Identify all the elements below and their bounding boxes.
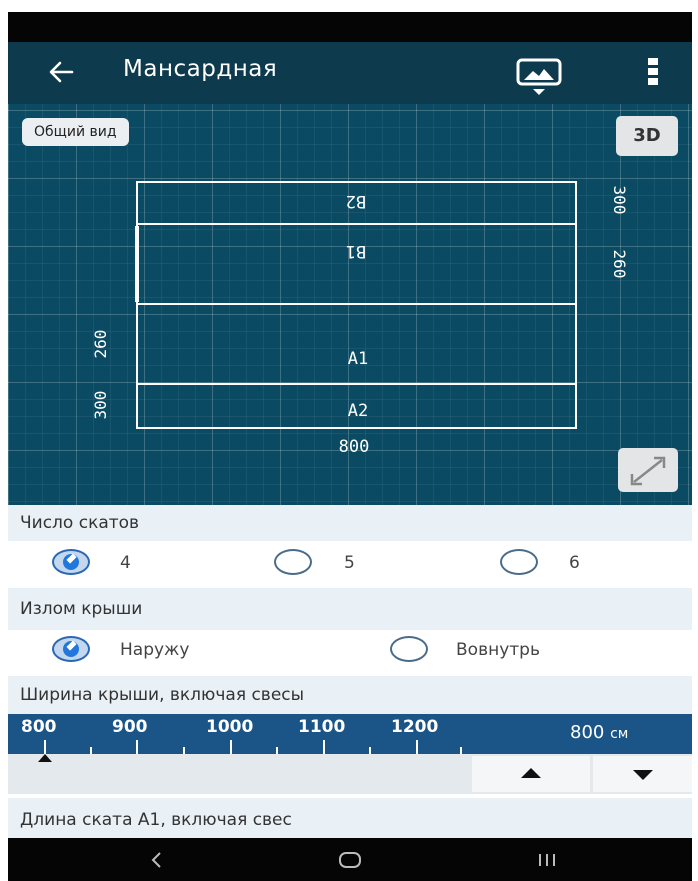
view-3d-button[interactable]: 3D: [616, 116, 678, 156]
slope-label-b1: B1: [346, 241, 366, 261]
dim-left-mid: 260: [91, 330, 110, 359]
slopes-5-radio[interactable]: [274, 549, 312, 575]
increase-button[interactable]: [472, 756, 590, 792]
decrease-button[interactable]: [593, 756, 692, 792]
slopes-count-options: 4 5 6: [8, 541, 692, 583]
slopes-count-section: Число скатов 4 5 6: [8, 505, 692, 583]
roof-plan-drawing: B2 B1 A1 A2 300 260 260 300 800: [91, 181, 629, 457]
app-bar: Мансардная: [8, 42, 692, 104]
ruler-controls: [8, 754, 692, 794]
ruler-minor-tick: [90, 747, 92, 754]
slopes-4-label: 4: [120, 553, 131, 573]
overview-button[interactable]: Общий вид: [22, 118, 129, 146]
roof-width-label: Ширина крыши, включая свесы: [8, 676, 692, 714]
slope-label-a2: A2: [348, 401, 368, 421]
slopes-6-label: 6: [569, 553, 580, 573]
roof-plan-canvas[interactable]: B2 B1 A1 A2 300 260 260 300 800 Общий ви…: [8, 104, 692, 505]
slope-label-b2: B2: [346, 191, 366, 211]
ruler-label-800: 800: [21, 717, 57, 737]
ruler-label-900: 900: [112, 717, 148, 737]
ruler-label-1200: 1200: [391, 717, 439, 737]
nav-home-icon[interactable]: [338, 850, 362, 870]
break-outward-radio[interactable]: [52, 636, 90, 662]
ruler-major-tick: [136, 740, 138, 754]
nav-back-icon[interactable]: [150, 852, 162, 868]
ruler-minor-tick: [460, 747, 462, 754]
slope-length-label: Длина ската A1, включая свес: [8, 798, 692, 838]
roof-width-section: Ширина крыши, включая свесы: [8, 676, 692, 714]
roof-width-unit: см: [610, 726, 629, 742]
ruler-major-tick: [323, 740, 325, 754]
break-outward-label: Наружу: [120, 640, 190, 660]
ruler-minor-tick: [183, 747, 185, 754]
status-bar: [8, 12, 692, 42]
triangle-down-icon: [633, 770, 653, 780]
image-dropdown-icon[interactable]: [514, 56, 564, 96]
slope-label-a1: A1: [348, 349, 368, 369]
roof-width-number: 800: [570, 722, 605, 743]
expand-button[interactable]: [618, 448, 678, 492]
slopes-6-radio[interactable]: [500, 549, 538, 575]
dim-right-top: 300: [610, 186, 629, 215]
slopes-count-label: Число скатов: [8, 505, 692, 541]
slopes-5-label: 5: [344, 553, 355, 573]
ruler-label-1100: 1100: [298, 717, 346, 737]
roof-break-options: Наружу Вовнутрь: [8, 630, 692, 674]
page-title: Мансардная: [123, 56, 278, 82]
ruler-major-tick: [416, 740, 418, 754]
ruler-major-tick: [44, 740, 46, 754]
dim-bottom: 800: [339, 437, 370, 457]
ruler-minor-tick: [369, 747, 371, 754]
nav-recents-icon[interactable]: [537, 852, 557, 868]
system-nav-bar: [8, 838, 692, 881]
back-arrow-icon[interactable]: [48, 60, 74, 84]
break-inward-radio[interactable]: [390, 636, 428, 662]
ruler-label-1000: 1000: [206, 717, 254, 737]
roof-width-value: 800 см: [570, 722, 628, 743]
roof-break-label: Излом крыши: [8, 588, 692, 630]
slopes-4-radio[interactable]: [52, 549, 90, 575]
ruler-minor-tick: [276, 747, 278, 754]
dim-left-bottom: 300: [91, 391, 110, 420]
more-vertical-icon[interactable]: [646, 57, 660, 87]
slope-length-section: Длина ската A1, включая свес: [8, 798, 692, 838]
dim-right-mid: 260: [610, 250, 629, 279]
ruler-pointer-icon[interactable]: [38, 754, 52, 762]
expand-diagonal-icon: [630, 456, 666, 486]
roof-break-section: Излом крыши Наружу Вовнутрь: [8, 588, 692, 674]
roof-width-ruler[interactable]: 800 900 1000 1100 1200 800 см: [8, 714, 692, 754]
triangle-up-icon: [521, 768, 541, 778]
ruler-major-tick: [230, 740, 232, 754]
break-inward-label: Вовнутрь: [456, 640, 540, 660]
